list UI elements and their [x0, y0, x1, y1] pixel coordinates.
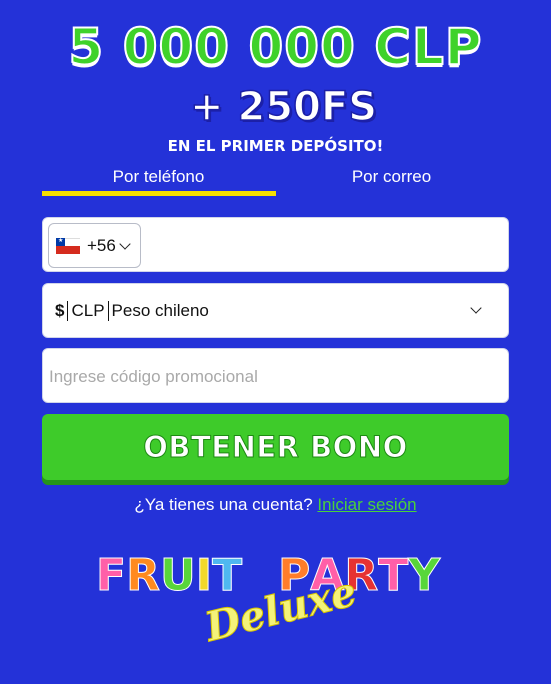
- chile-flag-icon: ★: [56, 237, 80, 254]
- tab-email[interactable]: Por correo: [275, 163, 508, 199]
- promo-tagline: EN EL PRIMER DEPÓSITO!: [167, 137, 384, 155]
- currency-value: $ CLP Peso chileno: [55, 301, 209, 321]
- promo-sub-headline: + 250FS: [189, 83, 378, 131]
- phone-field: ★ +56: [42, 217, 509, 272]
- registration-tabs: Por teléfono Por correo: [42, 163, 508, 199]
- currency-name: Peso chileno: [111, 301, 209, 320]
- chevron-down-icon: [470, 302, 482, 314]
- currency-select[interactable]: $ CLP Peso chileno: [42, 283, 509, 338]
- promo-code-input[interactable]: [49, 354, 499, 399]
- active-tab-indicator: [42, 191, 276, 196]
- promo-code-field: [42, 348, 509, 403]
- country-code-select[interactable]: ★ +56: [48, 223, 141, 268]
- login-link[interactable]: Iniciar sesión: [317, 495, 416, 514]
- fruit-party-deluxe-logo: FRUIT PARTY Deluxe: [95, 550, 456, 652]
- account-question: ¿Ya tienes una cuenta?: [134, 495, 313, 514]
- currency-code: CLP: [71, 301, 105, 320]
- divider: [67, 301, 69, 321]
- account-prompt: ¿Ya tienes una cuenta? Iniciar sesión: [0, 495, 551, 515]
- dial-code: +56: [87, 235, 116, 255]
- get-bonus-button[interactable]: OBTENER BONO: [42, 414, 509, 480]
- logo-word-fruit: FRUIT: [95, 550, 243, 602]
- phone-input[interactable]: [149, 223, 499, 268]
- divider: [107, 301, 109, 321]
- promo-headline: 5 000 000 CLP: [68, 17, 483, 77]
- chevron-down-icon: [119, 237, 131, 250]
- currency-symbol: $: [55, 301, 65, 320]
